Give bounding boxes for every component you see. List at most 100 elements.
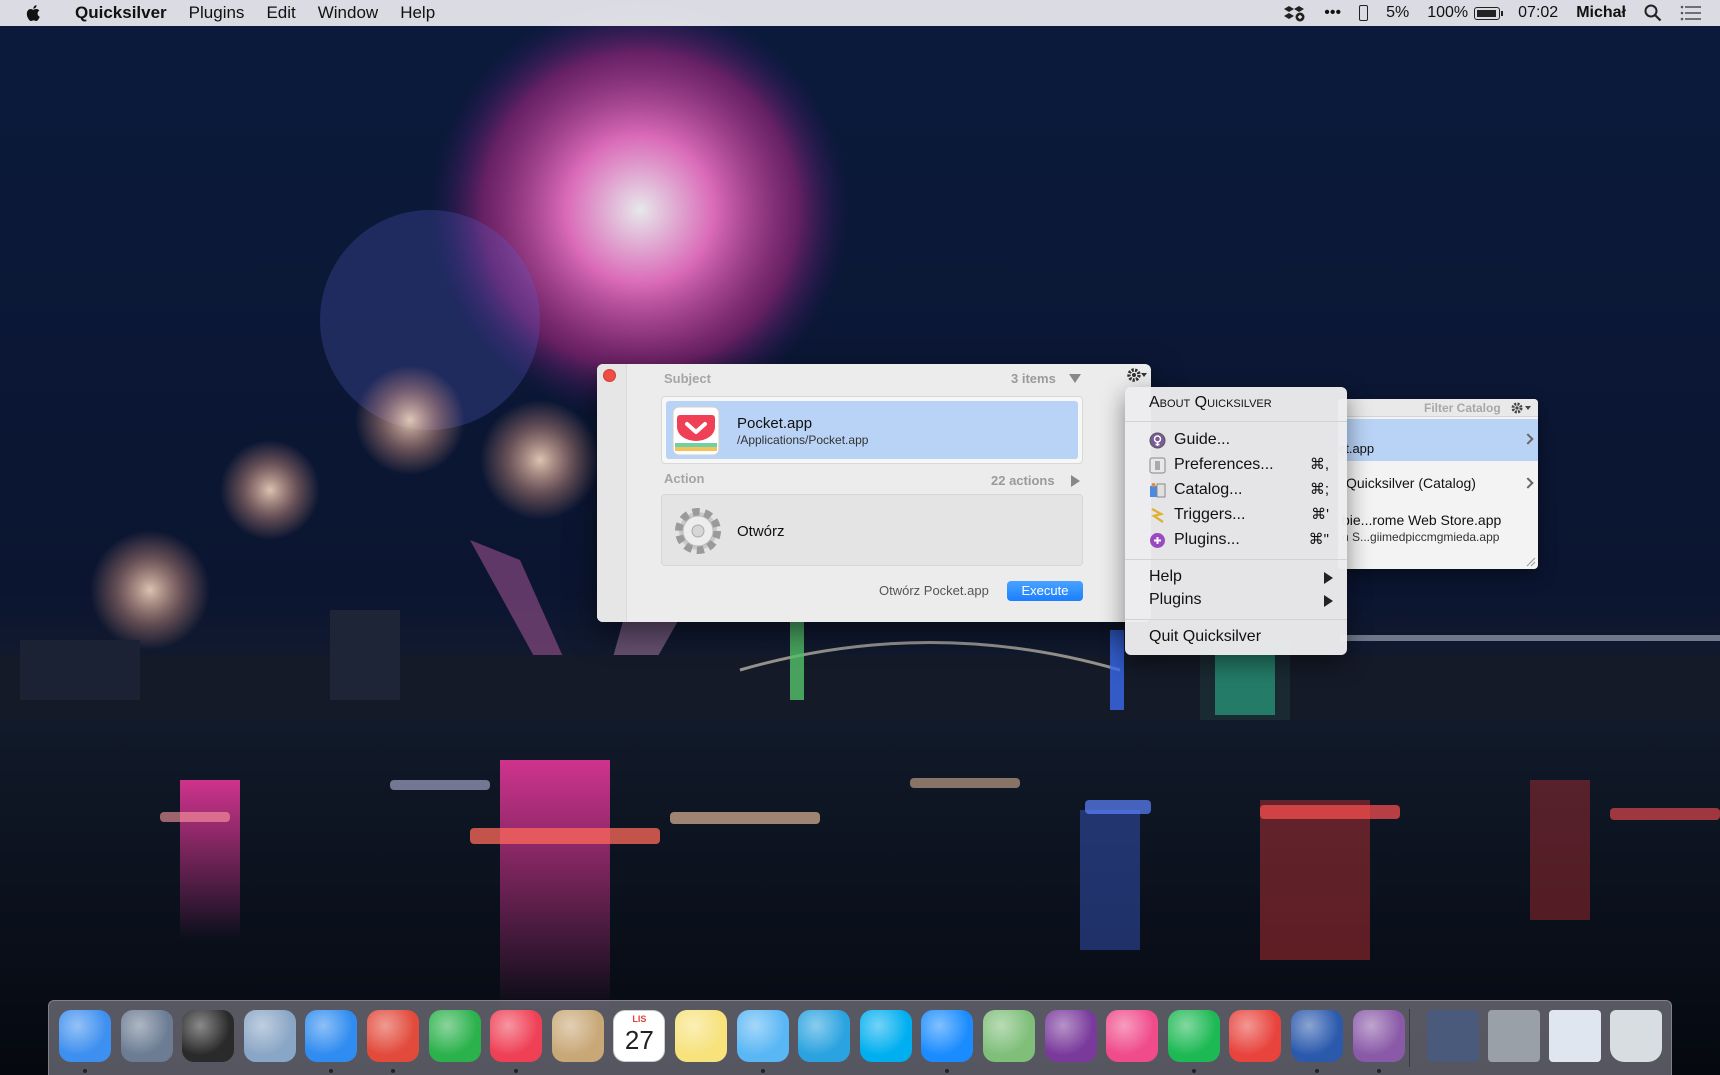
action-pane[interactable]: Otwórz <box>661 494 1083 566</box>
contacts-icon[interactable] <box>551 1010 604 1062</box>
execute-button[interactable]: Execute <box>1007 581 1083 601</box>
documents-stack-icon[interactable] <box>1488 1010 1540 1062</box>
catalog-gear-icon[interactable] <box>1510 401 1532 415</box>
command-summary: Otwórz Pocket.app <box>879 583 989 598</box>
menu-help-submenu[interactable]: Help <box>1125 565 1347 589</box>
user-name[interactable]: Michał <box>1576 0 1626 26</box>
trash-icon[interactable] <box>1610 1010 1662 1062</box>
spotify-icon[interactable] <box>1167 1010 1220 1062</box>
running-indicator <box>1315 1069 1319 1073</box>
subject-disclosure-icon[interactable] <box>1069 374 1081 383</box>
launchpad-icon[interactable] <box>120 1010 173 1062</box>
cpu-percentage[interactable]: 5% <box>1386 0 1409 26</box>
close-button[interactable] <box>603 369 616 382</box>
menu-edit[interactable]: Edit <box>255 0 306 26</box>
filter-catalog-label[interactable]: Filter Catalog <box>1424 401 1501 415</box>
finder-glyph <box>59 1010 111 1062</box>
resize-grip-icon[interactable] <box>1524 555 1536 567</box>
onenote-glyph <box>1044 1010 1097 1062</box>
messenger-glyph <box>921 1010 974 1062</box>
battery-icon <box>1474 6 1504 20</box>
telegram-icon[interactable] <box>798 1010 851 1062</box>
notification-center-icon[interactable] <box>1680 5 1702 21</box>
status-area: ••• 5% 100% 07:02 Michał <box>1284 0 1720 26</box>
feedly-glyph <box>428 1010 481 1062</box>
messenger-icon[interactable] <box>921 1010 974 1062</box>
itunes-glyph <box>1106 1010 1159 1062</box>
menu-triggers[interactable]: Triggers... ⌘' <box>1125 503 1347 527</box>
subject-pane[interactable]: Pocket.app /Applications/Pocket.app <box>661 396 1083 464</box>
dropbox-sync-icon[interactable] <box>1284 4 1306 22</box>
calendar-month: LIS <box>632 1014 647 1024</box>
quicksilver-icon[interactable] <box>1352 1010 1405 1062</box>
menu-plugins-submenu-label: Plugins <box>1149 591 1202 608</box>
word-glyph <box>1291 1010 1343 1062</box>
spotify-glyph <box>1167 1010 1220 1062</box>
running-indicator <box>329 1069 334 1073</box>
telegram-glyph <box>798 1010 851 1062</box>
launchpad-glyph <box>120 1010 173 1062</box>
menu-plugins[interactable]: Plugins <box>178 0 256 26</box>
action-count[interactable]: 22 actions <box>991 473 1055 488</box>
phone-icon[interactable] <box>1359 5 1369 21</box>
menu-help[interactable]: Help <box>389 0 446 26</box>
menu-app-name[interactable]: Quicksilver <box>64 0 178 26</box>
downloads-stack-icon[interactable] <box>1549 1010 1601 1062</box>
menu-about-label: About Quicksilver <box>1149 394 1272 411</box>
menu-window[interactable]: Window <box>307 0 389 26</box>
messages-icon[interactable] <box>736 1010 789 1062</box>
menu-about[interactable]: About Quicksilver <box>1125 391 1347 415</box>
action-label: Action <box>664 471 705 486</box>
catalog-row-subtitle: n S...giimedpiccmgmieda.app <box>1342 530 1500 544</box>
gear-icon[interactable] <box>1125 366 1149 384</box>
menu-help-label: Help <box>1149 568 1182 585</box>
mission-control-icon[interactable] <box>182 1010 235 1062</box>
onenote-icon[interactable] <box>1044 1010 1097 1062</box>
menu-plugins-item[interactable]: Plugins... ⌘" <box>1125 528 1347 552</box>
more-status-icon[interactable]: ••• <box>1324 0 1341 26</box>
catalog-row-title[interactable]: bie...rome Web Store.app <box>1342 512 1501 528</box>
preview-icon[interactable] <box>243 1010 296 1062</box>
action-disclosure-icon[interactable] <box>1071 475 1080 487</box>
feedly-icon[interactable] <box>428 1010 481 1062</box>
apple-menu-icon[interactable] <box>24 3 44 23</box>
action-name: Otwórz <box>737 523 785 540</box>
menu-quit[interactable]: Quit Quicksilver <box>1125 625 1347 649</box>
menu-plugins-submenu[interactable]: Plugins <box>1125 588 1347 612</box>
transmit-icon[interactable] <box>1229 1010 1282 1062</box>
safari-icon[interactable] <box>305 1010 358 1062</box>
finder-icon[interactable] <box>59 1010 111 1062</box>
maps-glyph <box>983 1010 1035 1062</box>
menu-guide[interactable]: Guide... <box>1125 428 1347 452</box>
notes-icon[interactable] <box>675 1010 727 1062</box>
skype-icon[interactable] <box>859 1010 912 1062</box>
menu-triggers-label: Triggers... <box>1174 506 1246 523</box>
clock[interactable]: 07:02 <box>1518 0 1558 26</box>
menu-preferences[interactable]: Preferences... ⌘, <box>1125 453 1347 477</box>
guide-icon <box>1149 432 1166 449</box>
mission-control-glyph <box>182 1010 235 1062</box>
maps-icon[interactable] <box>983 1010 1035 1062</box>
calendar-icon[interactable]: LIS 27 <box>613 1010 666 1062</box>
spotlight-search-icon[interactable] <box>1644 4 1662 22</box>
preview-glyph <box>243 1010 296 1062</box>
itunes-icon[interactable] <box>1106 1010 1159 1062</box>
notes-glyph <box>675 1010 727 1062</box>
battery-status[interactable]: 100% <box>1427 0 1504 26</box>
word-icon[interactable] <box>1291 1010 1343 1062</box>
catalog-panel: Filter Catalog et.app Quicksilver (Catal… <box>1338 399 1538 569</box>
gear-context-menu: About Quicksilver Guide... Preferences..… <box>1125 387 1347 655</box>
window-side-strip <box>597 364 627 622</box>
chevron-right-icon <box>1522 477 1534 489</box>
open-action-gear-icon <box>675 508 721 554</box>
menu-plugins-label: Plugins... <box>1174 531 1240 548</box>
chrome-icon[interactable] <box>367 1010 419 1062</box>
photo-stack-icon[interactable] <box>1427 1010 1479 1062</box>
subject-count[interactable]: 3 items <box>1011 371 1056 386</box>
menu-bar: Quicksilver Plugins Edit Window Help •••… <box>0 0 1720 26</box>
running-indicator <box>1376 1069 1381 1073</box>
pocket-icon[interactable] <box>490 1010 543 1062</box>
menu-catalog[interactable]: Catalog... ⌘; <box>1125 478 1347 502</box>
catalog-row-title[interactable]: Quicksilver (Catalog) <box>1346 475 1476 491</box>
transmit-glyph <box>1229 1010 1282 1062</box>
